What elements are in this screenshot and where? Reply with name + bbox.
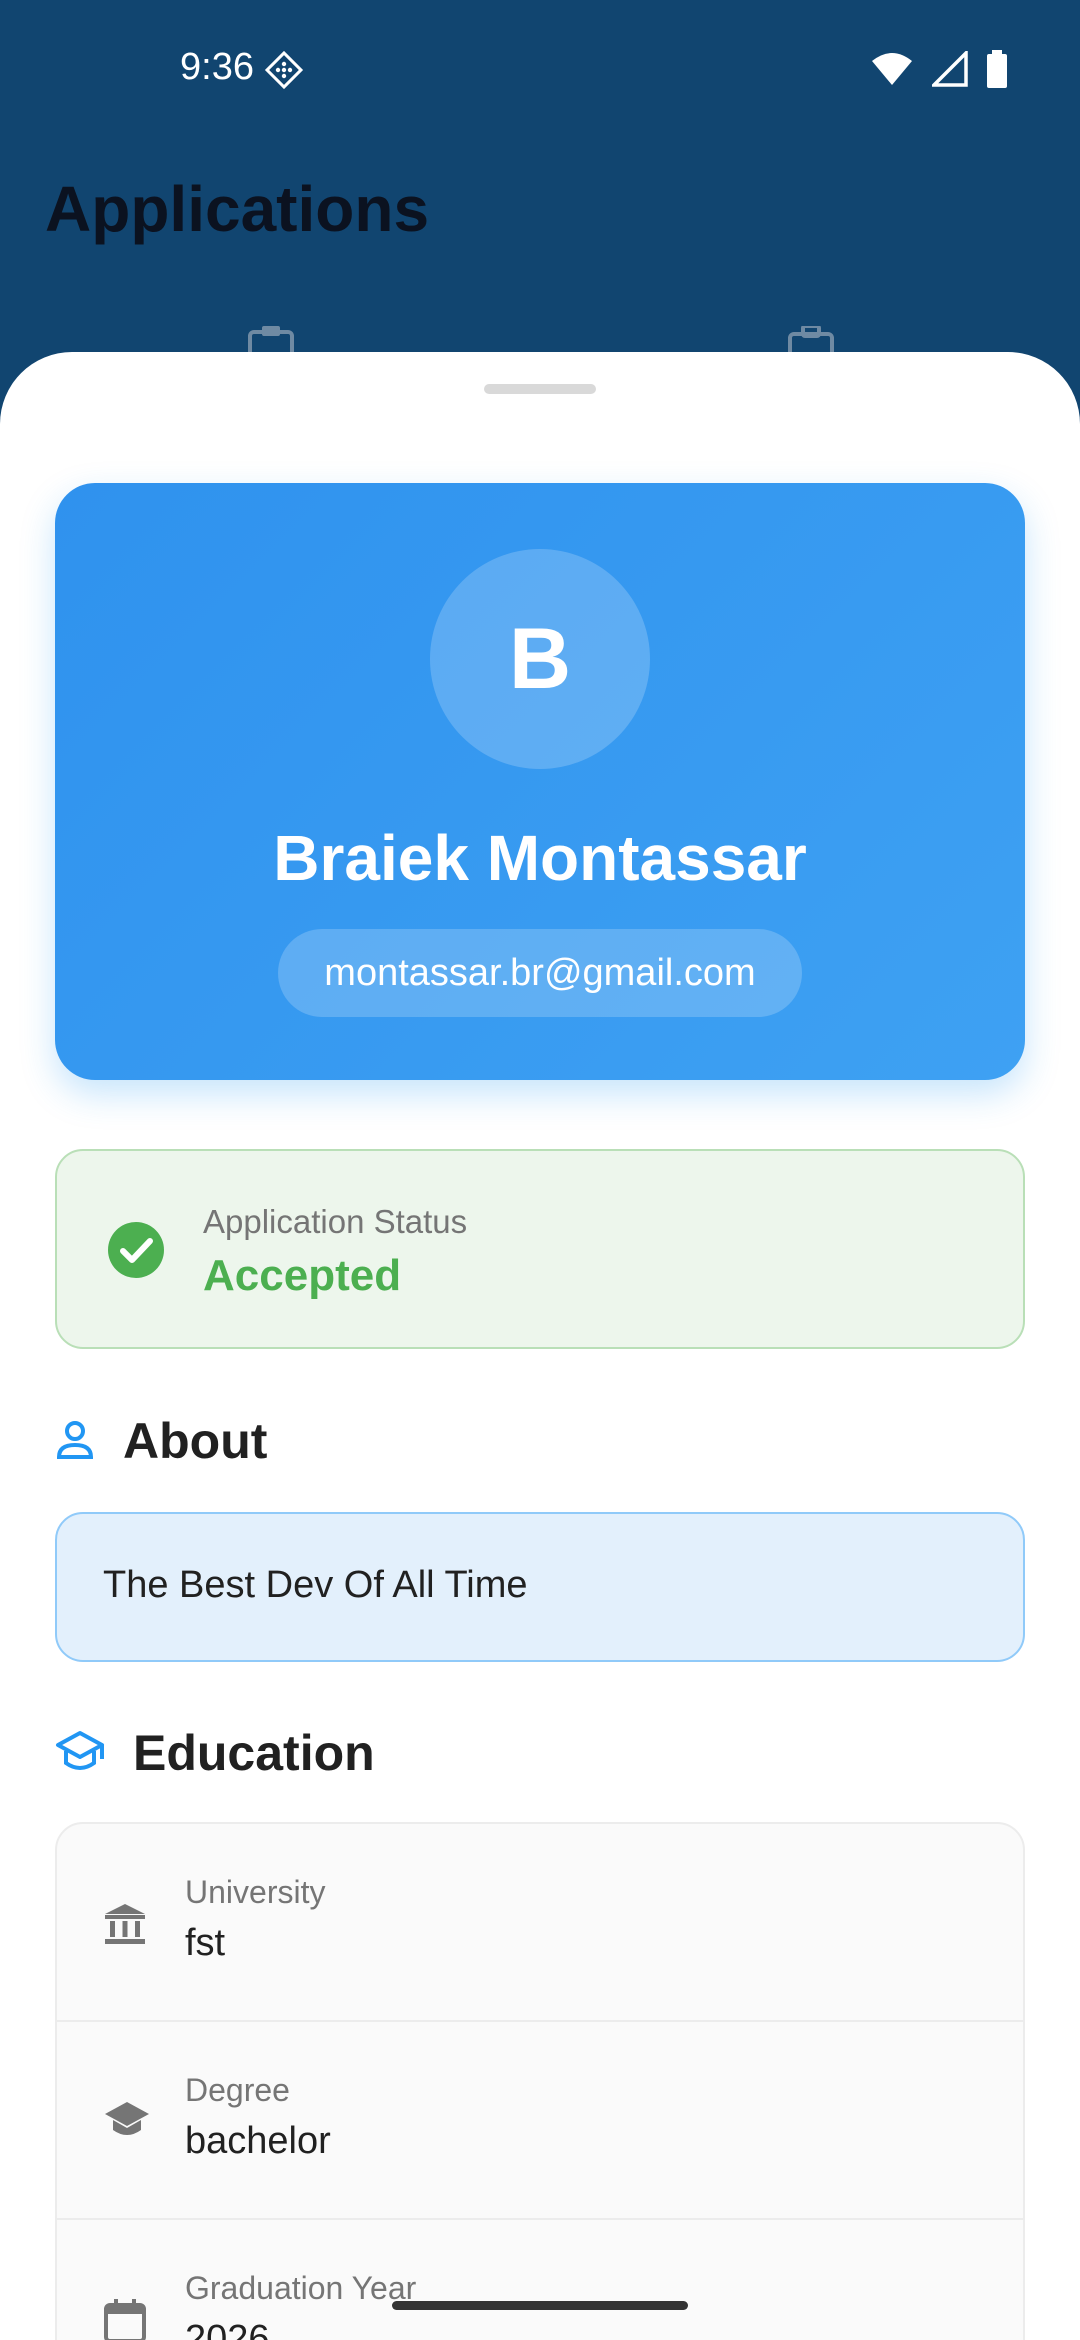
status-icons [870,48,1008,93]
status-label: Application Status [203,1203,468,1240]
applicant-name: Braiek Montassar [273,822,807,894]
university-value: fst [185,1922,226,1964]
drag-handle[interactable] [484,384,596,394]
cellular-signal-icon [929,48,968,92]
degree-label: Degree [185,2072,290,2108]
email-text: montassar.br@gmail.com [324,951,756,994]
battery-icon [986,50,1008,93]
about-box: The Best Dev Of All Time [55,1512,1025,1662]
avatar: B [430,549,650,769]
education-section-header: Education [55,1724,375,1782]
education-row-university: University fst [57,1824,1023,2022]
email-chip: montassar.br@gmail.com [278,929,802,1017]
profile-card: B Braiek Montassar montassar.br@gmail.co… [55,483,1025,1080]
status-time: 9:36 [180,46,254,88]
university-label: University [185,1874,326,1910]
screen: 9:36 Applications B Braiek Montassar mon… [0,0,1080,2340]
wifi-icon [870,51,914,92]
status-bar: 9:36 [0,0,1080,140]
education-title: Education [133,1725,375,1781]
about-title: About [123,1413,268,1469]
check-circle-icon [107,1221,165,1284]
graduation-year-label: Graduation Year [185,2270,417,2306]
school-icon [55,1729,105,1778]
status-value: Accepted [203,1251,402,1300]
about-section-header: About [55,1412,267,1470]
education-row-graduation-year: Graduation Year 2026 [57,2220,1023,2340]
about-text: The Best Dev Of All Time [103,1564,528,1606]
person-icon [55,1419,95,1464]
application-status-card: Application Status Accepted [55,1149,1025,1349]
gesture-navigation-bar[interactable] [392,2301,688,2310]
graduation-year-value: 2026 [185,2318,270,2340]
education-row-degree: Degree bachelor [57,2022,1023,2220]
calendar-icon [103,2298,147,2340]
institution-icon [103,1902,147,1951]
degree-value: bachelor [185,2120,331,2162]
education-card: University fst Degree bachelor Graduatio… [55,1822,1025,2340]
graduation-cap-icon [103,2100,151,2145]
page-title: Applications [45,173,430,245]
bottom-sheet: B Braiek Montassar montassar.br@gmail.co… [0,352,1080,2340]
notification-icon [264,50,304,95]
